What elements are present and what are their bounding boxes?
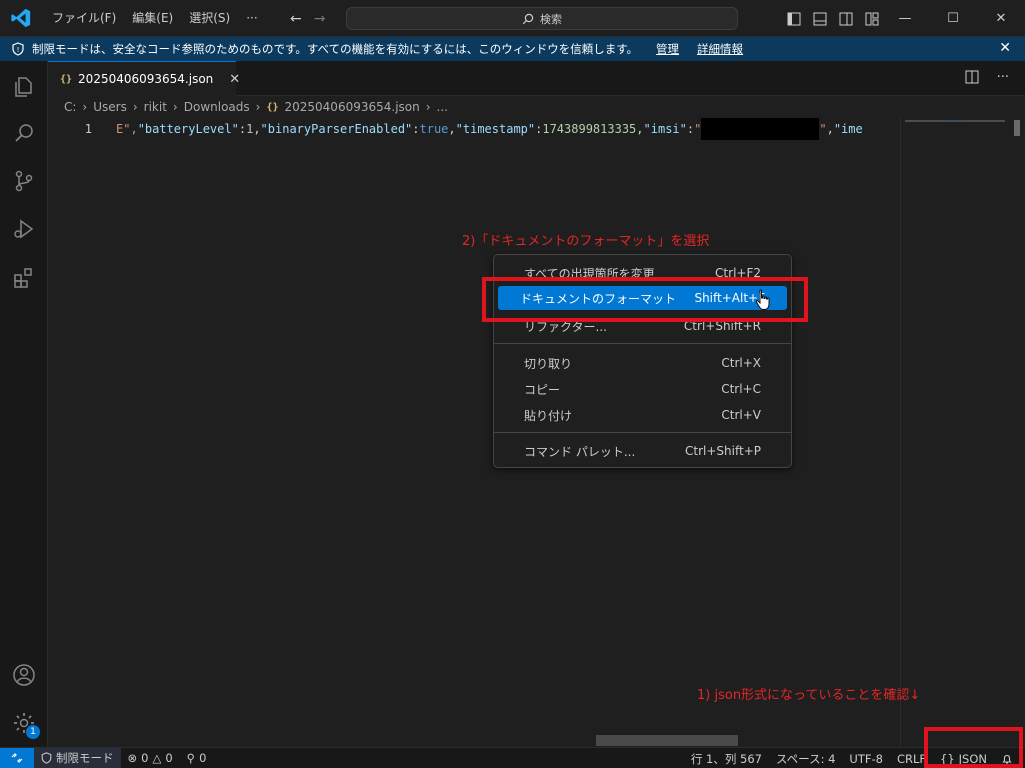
more-actions-icon[interactable]: ··· <box>997 70 1009 88</box>
annotation-step2: 2)「ドキュメントのフォーマット」を選択 <box>462 234 710 249</box>
explorer-icon[interactable] <box>12 75 36 99</box>
indentation[interactable]: スペース: 4 <box>769 751 842 767</box>
toggle-secondary-sidebar-icon[interactable] <box>839 12 853 26</box>
menu-separator <box>494 343 791 344</box>
account-icon[interactable] <box>12 663 36 687</box>
editor-actions: ··· <box>965 70 1009 88</box>
breadcrumb-drive[interactable]: C: <box>64 100 76 114</box>
banner-manage-link[interactable]: 管理 <box>656 41 679 57</box>
title-bar: ファイル(F) 編集(E) 選択(S) ··· ← → 検索 — ☐ ✕ <box>0 0 1025 37</box>
customize-layout-icon[interactable] <box>865 12 879 26</box>
horizontal-scrollbar[interactable] <box>596 735 738 746</box>
split-editor-icon[interactable] <box>965 70 979 88</box>
error-icon: ⊗ <box>127 751 138 765</box>
line-number: 1 <box>84 122 92 136</box>
nav-arrows: ← → <box>290 0 325 37</box>
command-center-search[interactable]: 検索 <box>346 7 738 30</box>
menu-command-palette[interactable]: コマンド パレット... Ctrl+Shift+P <box>498 439 787 463</box>
breadcrumb-user[interactable]: rikit <box>144 100 167 114</box>
forward-arrow-icon[interactable]: → <box>314 11 326 27</box>
hand-cursor-icon <box>755 289 770 310</box>
menu-paste[interactable]: 貼り付け Ctrl+V <box>498 403 787 427</box>
menu-selection[interactable]: 選択(S) <box>181 0 238 37</box>
remote-icon <box>11 753 23 763</box>
window-controls: — ☐ ✕ <box>881 0 1025 37</box>
chevron-right-icon: › <box>172 100 178 114</box>
tab-json-file[interactable]: {} 20250406093654.json ✕ <box>48 61 240 96</box>
json-file-icon: {} <box>266 101 279 113</box>
restricted-mode-status[interactable]: 制限モード <box>34 747 121 768</box>
search-icon <box>522 13 534 24</box>
toggle-primary-sidebar-icon[interactable] <box>787 12 801 26</box>
vertical-scrollbar[interactable] <box>1014 120 1020 136</box>
toggle-panel-icon[interactable] <box>813 12 827 26</box>
cursor-position[interactable]: 行 1、列 567 <box>684 751 769 767</box>
run-debug-icon[interactable] <box>12 217 36 241</box>
remote-indicator[interactable] <box>0 747 34 768</box>
menu-file[interactable]: ファイル(F) <box>44 0 124 37</box>
redacted-block <box>701 118 820 140</box>
breadcrumb: C: › Users › rikit › Downloads › {} 2025… <box>48 96 1025 118</box>
vscode-logo-icon <box>11 8 31 28</box>
close-banner-icon[interactable]: ✕ <box>999 40 1011 56</box>
minimap[interactable] <box>900 118 1012 747</box>
search-view-icon[interactable] <box>12 121 36 145</box>
search-placeholder: 検索 <box>540 12 562 26</box>
status-bar: 制限モード ⊗ 0 △ 0 ⚲ 0 行 1、列 567 スペース: 4 UTF-… <box>0 747 1025 768</box>
maximize-icon[interactable]: ☐ <box>929 0 977 37</box>
breadcrumb-symbols[interactable]: ... <box>437 100 448 114</box>
code-line[interactable]: E","batteryLevel":1,"binaryParserEnabled… <box>116 118 900 140</box>
breadcrumb-users[interactable]: Users <box>93 100 127 114</box>
shield-icon: ! <box>12 42 24 56</box>
banner-message: 制限モードは、安全なコード参照のためのものです。すべての機能を有効にするには、こ… <box>32 42 639 56</box>
encoding[interactable]: UTF-8 <box>842 752 890 766</box>
menu-copy[interactable]: コピー Ctrl+C <box>498 377 787 401</box>
chevron-right-icon: › <box>425 100 431 114</box>
shield-icon <box>41 752 52 764</box>
tab-bar: {} 20250406093654.json ✕ ··· <box>48 61 1025 96</box>
problems-status[interactable]: ⊗ 0 △ 0 <box>121 751 180 765</box>
chevron-right-icon: › <box>132 100 138 114</box>
breadcrumb-downloads[interactable]: Downloads <box>184 100 250 114</box>
chevron-right-icon: › <box>82 100 88 114</box>
ports-status[interactable]: ⚲ 0 <box>180 751 214 765</box>
layout-controls <box>787 0 879 37</box>
menu-separator <box>494 432 791 433</box>
breadcrumb-file[interactable]: 20250406093654.json <box>285 100 420 114</box>
menu-edit[interactable]: 編集(E) <box>124 0 181 37</box>
close-tab-icon[interactable]: ✕ <box>229 72 240 87</box>
annotation-step1: 1) json形式になっていることを確認↓ <box>697 688 921 703</box>
broadcast-icon: ⚲ <box>186 751 196 765</box>
banner-details-link[interactable]: 詳細情報 <box>697 41 743 57</box>
updates-badge: 1 <box>26 725 40 739</box>
menu-more[interactable]: ··· <box>238 0 265 37</box>
restricted-mode-banner: ! 制限モードは、安全なコード参照のためのものです。すべての機能を有効にするには… <box>0 37 1025 61</box>
activity-bar: 1 <box>0 61 48 747</box>
minimize-icon[interactable]: — <box>881 0 929 37</box>
close-window-icon[interactable]: ✕ <box>977 0 1025 37</box>
menu-cut[interactable]: 切り取り Ctrl+X <box>498 351 787 375</box>
menu-bar: ファイル(F) 編集(E) 選択(S) ··· <box>44 0 266 37</box>
tab-filename: 20250406093654.json <box>78 72 214 86</box>
back-arrow-icon[interactable]: ← <box>290 11 302 27</box>
svg-text:!: ! <box>17 46 20 54</box>
highlight-box-json <box>924 727 1023 768</box>
warning-icon: △ <box>152 751 162 765</box>
chevron-right-icon: › <box>255 100 261 114</box>
extensions-icon[interactable] <box>12 266 36 290</box>
source-control-icon[interactable] <box>12 169 36 193</box>
json-file-icon: {} <box>60 73 73 85</box>
